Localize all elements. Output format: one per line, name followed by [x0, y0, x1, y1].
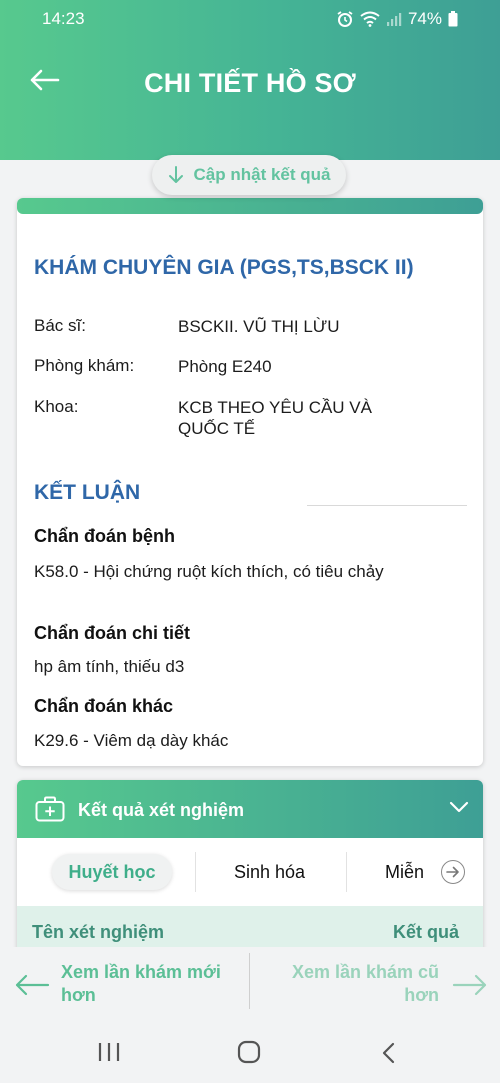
- room-label: Phòng khám:: [34, 356, 135, 375]
- tab-hematology[interactable]: Huyết học: [52, 854, 172, 890]
- exam-detail-card: KHÁM CHUYÊN GIA (PGS,TS,BSCK II) Bác sĩ:…: [17, 198, 483, 766]
- update-results-label: Cập nhật kết quả: [193, 165, 331, 184]
- conclusion-title: KẾT LUẬN: [34, 481, 141, 504]
- status-time: 14:23: [42, 9, 85, 28]
- alarm-icon: [337, 11, 353, 27]
- newer-visit-label: Xem lần khám mới hơn: [61, 962, 221, 1005]
- chevron-down-icon[interactable]: [449, 800, 469, 814]
- tab-divider: [346, 852, 347, 892]
- column-result: Kết quả: [392, 922, 459, 942]
- update-results-button[interactable]: Cập nhật kết quả: [152, 155, 346, 195]
- arrow-down-icon: [168, 166, 183, 183]
- department-label: Khoa:: [34, 397, 79, 416]
- recent-apps-icon[interactable]: [97, 1041, 121, 1063]
- status-bar: 14:23 74%: [0, 0, 500, 36]
- home-icon[interactable]: [237, 1040, 261, 1064]
- system-navigation-bar: [0, 1027, 500, 1083]
- tab-divider: [195, 852, 196, 892]
- medical-kit-icon: [35, 796, 65, 822]
- arrow-left-icon: [15, 974, 50, 996]
- signal-icon: [386, 13, 402, 26]
- department-value: KCB THEO YÊU CẦU VÀ QUỐC TẾ: [178, 398, 372, 438]
- exam-title: KHÁM CHUYÊN GIA (PGS,TS,BSCK II): [34, 256, 414, 279]
- newer-visit-button[interactable]: Xem lần khám mới hơn: [14, 959, 234, 1013]
- app-header: 14:23 74% CHI TIẾT HỒ SƠ: [0, 0, 500, 160]
- battery-icon: [448, 11, 458, 27]
- battery-percent: 74%: [407, 9, 442, 28]
- tab-biochemistry[interactable]: Sinh hóa: [234, 862, 305, 883]
- wifi-icon: [360, 11, 380, 27]
- divider: [249, 953, 250, 1009]
- older-visit-button[interactable]: Xem lần khám cũ hơn: [262, 959, 490, 1013]
- doctor-label: Bác sĩ:: [34, 316, 86, 335]
- column-test-name: Tên xét nghiệm: [32, 922, 165, 942]
- diagnosis-heading: Chẩn đoán bệnh: [34, 526, 175, 546]
- detail-diagnosis-text: hp âm tính, thiếu d3: [34, 657, 185, 676]
- room-value: Phòng E240: [178, 357, 272, 376]
- tab-immunology[interactable]: Miễn: [385, 862, 424, 883]
- diagnosis-text: K58.0 - Hội chứng ruột kích thích, có ti…: [34, 562, 384, 581]
- older-visit-label: Xem lần khám cũ hơn: [291, 962, 439, 1005]
- card-accent-strip: [17, 198, 483, 214]
- tabs-next-arrow-icon[interactable]: [441, 860, 465, 884]
- divider: [307, 505, 467, 506]
- doctor-value: BSCKII. VŨ THỊ LỪU: [178, 317, 340, 336]
- test-results-header[interactable]: Kết quả xét nghiệm: [17, 780, 483, 838]
- page-title: CHI TIẾT HỒ SƠ: [144, 68, 356, 98]
- test-category-tabs: Huyết học Sinh hóa Miễn: [17, 846, 483, 898]
- arrow-right-icon: [452, 974, 487, 996]
- visit-navigation: Xem lần khám mới hơn Xem lần khám cũ hơn: [0, 947, 500, 1027]
- status-icons: 74%: [336, 9, 458, 29]
- other-diagnosis-heading: Chẩn đoán khác: [34, 696, 174, 716]
- detail-diagnosis-heading: Chẩn đoán chi tiết: [34, 623, 191, 643]
- other-diagnosis-text: K29.6 - Viêm dạ dày khác: [34, 731, 229, 750]
- back-icon[interactable]: [380, 1041, 398, 1065]
- test-results-title: Kết quả xét nghiệm: [78, 800, 245, 820]
